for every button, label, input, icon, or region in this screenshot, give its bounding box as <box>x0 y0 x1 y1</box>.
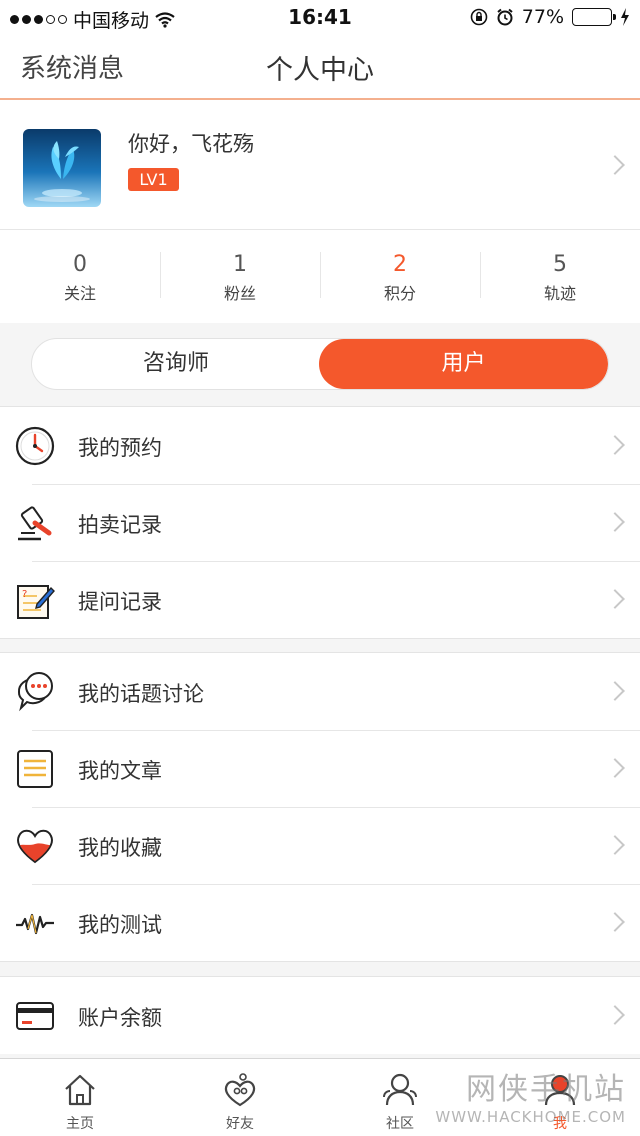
community-icon <box>383 1073 417 1106</box>
chevron-right-icon <box>605 435 625 455</box>
menu-item-label: 我的测试 <box>78 913 162 937</box>
menu-item-label: 我的文章 <box>78 759 162 783</box>
avatar[interactable] <box>23 129 101 207</box>
segment-counselor[interactable]: 咨询师 <box>32 339 320 389</box>
charging-icon <box>621 8 629 26</box>
menu-item-my-tests[interactable]: 我的测试 <box>0 884 640 961</box>
menu-item-auction-records[interactable]: 拍卖记录 <box>0 484 640 561</box>
menu-item-my-articles[interactable]: 我的文章 <box>0 730 640 807</box>
me-icon <box>544 1075 576 1106</box>
menu-item-label: 我的话题讨论 <box>78 682 204 706</box>
menu-item-label: 拍卖记录 <box>78 513 162 537</box>
status-right: 77% <box>470 6 630 28</box>
article-icon <box>17 750 53 788</box>
friends-icon <box>224 1073 256 1107</box>
chevron-right-icon <box>605 835 625 855</box>
menu-item-account-balance[interactable]: 账户余额 <box>0 977 640 1054</box>
stat-fans[interactable]: 1 粉丝 <box>160 230 320 323</box>
chevron-right-icon <box>605 758 625 778</box>
greeting-text: 你好，飞花殇 <box>128 132 254 156</box>
menu-group-content: 我的话题讨论 我的文章 我的收藏 我的测试 <box>0 652 640 962</box>
menu-group-records: 我的预约 拍卖记录 ? 提问记录 <box>0 406 640 639</box>
stat-follow[interactable]: 0 关注 <box>0 230 160 323</box>
stat-label: 关注 <box>63 284 96 303</box>
level-badge: LV1 <box>128 168 179 191</box>
profile-card[interactable]: 你好，飞花殇 LV1 <box>0 100 640 230</box>
menu-item-topic-discussions[interactable]: 我的话题讨论 <box>0 653 640 730</box>
svg-text:?: ? <box>22 589 27 600</box>
chevron-right-icon <box>605 681 625 701</box>
pulse-icon <box>16 913 54 935</box>
rotation-lock-icon <box>470 8 488 26</box>
stat-label: 积分 <box>383 284 416 303</box>
stat-value: 1 <box>233 252 247 277</box>
menu-group-account: 账户余额 <box>0 976 640 1054</box>
menu-item-label: 账户余额 <box>78 1006 162 1030</box>
menu-item-label: 我的收藏 <box>78 836 162 860</box>
status-bar: 中国移动 16:41 77% <box>0 0 640 34</box>
battery-icon <box>572 8 616 26</box>
tab-home[interactable]: 主页 <box>0 1059 160 1136</box>
stat-points[interactable]: 2 积分 <box>320 230 480 323</box>
bottom-tab-bar: 主页 好友 社区 我 <box>0 1058 640 1136</box>
menu-item-appointments[interactable]: 我的预约 <box>0 407 640 484</box>
tab-me[interactable]: 我 <box>480 1059 640 1136</box>
chevron-right-icon <box>605 912 625 932</box>
tab-label: 主页 <box>66 1116 94 1132</box>
stat-track[interactable]: 5 轨迹 <box>480 230 640 323</box>
menu-item-favorites[interactable]: 我的收藏 <box>0 807 640 884</box>
chat-bubbles-icon <box>17 672 53 712</box>
home-icon <box>65 1074 95 1106</box>
tab-label: 我 <box>553 1116 567 1132</box>
stats-bar: 0 关注 1 粉丝 2 积分 5 轨迹 <box>0 230 640 323</box>
page-title: 个人中心 <box>266 55 374 86</box>
stat-value: 2 <box>393 252 407 277</box>
menu-item-label: 提问记录 <box>78 590 162 614</box>
tab-community[interactable]: 社区 <box>320 1059 480 1136</box>
nav-bar: 系统消息 个人中心 <box>0 34 640 100</box>
alarm-icon <box>497 8 513 26</box>
battery-percent: 77% <box>521 6 564 28</box>
gavel-icon <box>18 506 52 541</box>
role-segmented-control: 咨询师 用户 <box>31 338 609 390</box>
tab-label: 社区 <box>386 1116 414 1132</box>
question-note-icon: ? <box>17 585 55 619</box>
stat-label: 轨迹 <box>543 284 576 303</box>
butterfly-avatar-image <box>23 129 101 207</box>
menu-item-question-records[interactable]: ? 提问记录 <box>0 561 640 638</box>
menu-item-label: 我的预约 <box>78 436 162 460</box>
chevron-right-icon <box>605 589 625 609</box>
tab-label: 好友 <box>226 1116 254 1132</box>
stat-label: 粉丝 <box>223 284 256 303</box>
tab-friends[interactable]: 好友 <box>160 1059 320 1136</box>
chevron-right-icon <box>605 512 625 532</box>
heart-icon <box>16 829 54 864</box>
clock-icon <box>15 426 55 466</box>
chevron-right-icon <box>605 1005 625 1025</box>
chevron-right-icon <box>605 155 625 175</box>
card-icon <box>16 1002 54 1030</box>
stat-value: 5 <box>553 252 567 277</box>
stat-value: 0 <box>73 252 87 277</box>
segment-user[interactable]: 用户 <box>319 339 608 389</box>
